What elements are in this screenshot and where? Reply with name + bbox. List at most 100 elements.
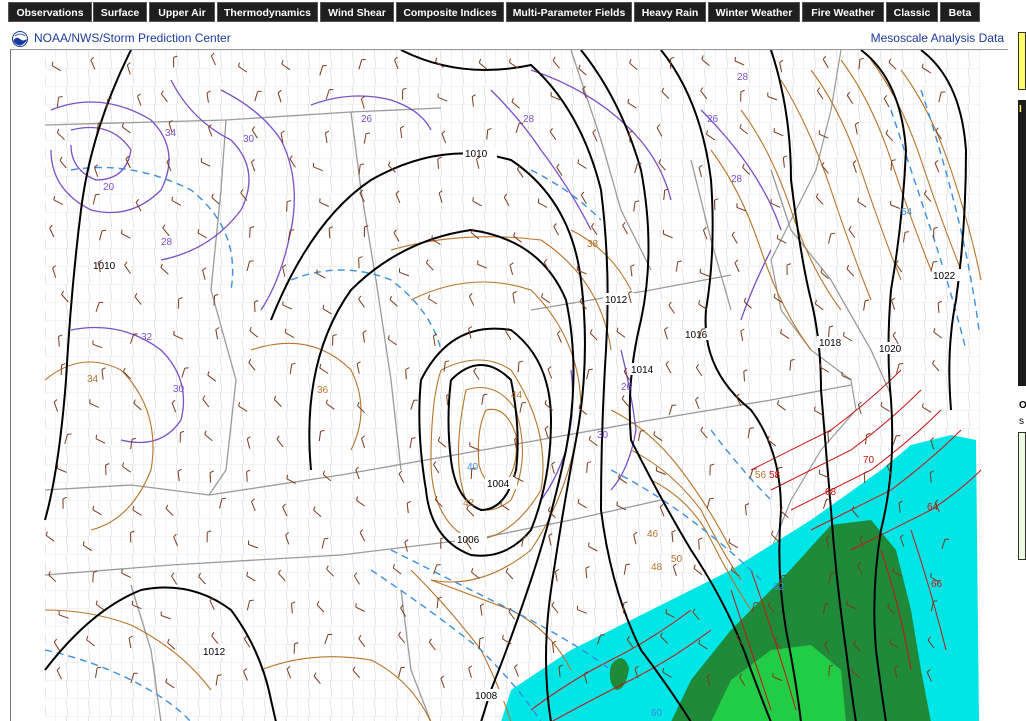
noaa-logo-icon[interactable]: [12, 31, 28, 47]
wind-barb: [358, 258, 360, 269]
wind-barb-flag: [92, 505, 95, 510]
wind-barb-flag: [514, 473, 516, 478]
map-canvas: 1010 1010 1012 1014 1016 1018 1020 1022 …: [11, 50, 1008, 721]
temperature-label: 34: [87, 374, 99, 385]
page-title: Mesoscale Analysis Data: [870, 31, 1004, 45]
temperature-label: 42: [463, 498, 475, 509]
wind-barb-flag: [249, 599, 254, 602]
wind-barb: [743, 371, 745, 382]
isobar-label: 1014: [631, 365, 654, 376]
site-title-link[interactable]: NOAA/NWS/Storm Prediction Center: [34, 31, 231, 45]
wind-barb-flag: [523, 535, 528, 538]
wind-barb: [698, 539, 700, 550]
wind-barb-flag: [400, 666, 405, 669]
side-panel-letter: I: [1019, 104, 1022, 115]
wind-barb-flag: [830, 232, 835, 235]
wind-barb-flag: [502, 634, 504, 639]
nav-thermodynamics[interactable]: Thermodynamics: [217, 2, 318, 22]
isobar-label: 1020: [879, 344, 902, 355]
nav-observations[interactable]: Observations: [8, 2, 92, 22]
wind-barb-flag: [778, 466, 783, 469]
wind-barb: [405, 369, 407, 380]
mesoscale-map[interactable]: 1010 1010 1012 1014 1016 1018 1020 1022 …: [10, 49, 1008, 721]
temperature-label: 50: [671, 554, 683, 565]
nav-surface[interactable]: Surface: [93, 2, 147, 22]
wind-barb-flag: [635, 200, 640, 203]
wind-barb-flag: [665, 608, 667, 614]
wind-barb-flag: [814, 406, 816, 411]
wind-barb: [209, 472, 212, 483]
dewpoint-label: 26: [361, 114, 373, 125]
wind-barb-flag: [95, 193, 100, 196]
map-header: NOAA/NWS/Storm Prediction Center Mesosca…: [10, 29, 1008, 49]
isobar-label: 1012: [203, 647, 226, 658]
wind-barb: [586, 462, 588, 473]
wind-barb-flag: [290, 229, 295, 231]
temperature-label: 54: [901, 207, 913, 218]
nav-upper-air[interactable]: Upper Air: [149, 2, 215, 22]
wind-barb-flag: [521, 401, 527, 404]
temperature-label: 62: [773, 582, 785, 593]
side-panel-box: [1018, 100, 1026, 386]
wind-barb: [249, 227, 251, 238]
side-panel-letter: s: [1019, 416, 1024, 427]
nav-classic[interactable]: Classic: [886, 2, 938, 22]
wind-barb: [828, 326, 830, 338]
wind-barb-flag: [922, 403, 924, 408]
wind-barb-flag: [324, 537, 329, 540]
wind-barb: [437, 158, 439, 169]
dewpoint-label: 30: [243, 134, 255, 145]
dewpoint-label: 26: [707, 114, 719, 125]
wind-barb-flag: [322, 304, 325, 309]
wind-barb-flag: [171, 196, 173, 201]
dewpoint-label: 28: [737, 72, 749, 83]
wind-barb: [328, 228, 331, 239]
dewpoint-label: 30: [173, 384, 185, 395]
isobar-label: 1010: [465, 149, 488, 160]
wind-barb-flag: [930, 573, 932, 578]
temperature-label: 46: [647, 529, 659, 540]
temperature-label: 44: [511, 390, 523, 401]
nav-winter-weather[interactable]: Winter Weather: [708, 2, 800, 22]
wind-barb-flag: [625, 563, 630, 566]
temperature-label: 68: [825, 487, 837, 498]
wind-barb-flag: [472, 197, 474, 202]
dewpoint-label: 20: [103, 182, 115, 193]
dewpoint-label: 30: [597, 430, 609, 441]
isobar-label: 1012: [605, 295, 628, 306]
side-panel-green-box[interactable]: [1018, 432, 1026, 560]
wind-barb: [828, 666, 830, 677]
isobar-label: 1018: [819, 338, 842, 349]
wind-barb-flag: [286, 474, 288, 479]
isobar-label: 1008: [475, 691, 498, 702]
nav-heavy-rain[interactable]: Heavy Rain: [634, 2, 706, 22]
wind-barb: [254, 301, 256, 313]
nav-fire-weather[interactable]: Fire Weather: [802, 2, 884, 22]
wind-barb-flag: [51, 61, 54, 66]
wind-barb: [470, 468, 473, 480]
wind-barb-flag: [640, 430, 645, 432]
temperature-label: 58: [769, 470, 781, 481]
nav-beta[interactable]: Beta: [940, 2, 980, 22]
wind-barb-flag: [411, 437, 416, 439]
isobar-label: 1010: [93, 261, 116, 272]
wind-barb: [177, 298, 180, 309]
wind-barb-flag: [933, 600, 938, 602]
side-panel-yellow-box[interactable]: [1018, 32, 1026, 90]
wind-barb-flag: [830, 572, 835, 574]
dewpoint-label: 26: [621, 382, 633, 393]
side-panel-letter: O: [1019, 400, 1026, 411]
wind-barb-flag: [537, 198, 540, 203]
dewpoint-label: 28: [161, 237, 173, 248]
nav-composite-indices[interactable]: Composite Indices: [396, 2, 504, 22]
wind-barb-flag: [933, 261, 938, 263]
wind-barb-flag: [889, 638, 892, 643]
wind-barb-flag: [431, 235, 433, 240]
nav-multi-parameter-fields[interactable]: Multi-Parameter Fields: [506, 2, 632, 22]
wind-barb-flag: [892, 567, 895, 572]
wind-barb-flag: [843, 331, 845, 337]
nav-wind-shear[interactable]: Wind Shear: [320, 2, 394, 22]
wind-barb-flag: [825, 603, 830, 605]
wind-barb-flag: [588, 542, 590, 547]
wind-barb-flag: [197, 229, 200, 234]
